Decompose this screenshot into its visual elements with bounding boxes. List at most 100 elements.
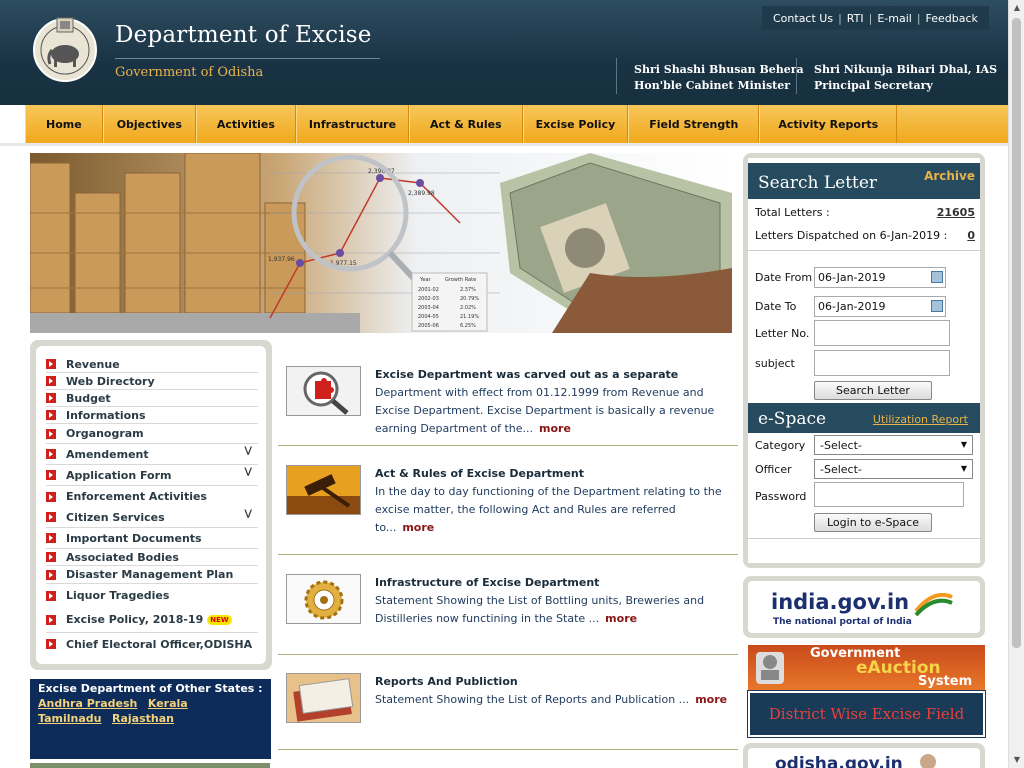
nav-infrastructure[interactable]: Infrastructure [295,105,410,143]
odisha-emblem-icon[interactable] [30,12,100,84]
menu-item-excise-policy[interactable]: Excise Policy, 2018-19 NEW [46,607,258,633]
news-title[interactable]: Reports And Publiction [375,675,518,688]
chevron-down-icon[interactable]: ⋁ [244,467,252,477]
search-letter-button[interactable]: Search Letter [814,381,932,400]
dropdown-arrow-icon: ▼ [960,440,967,449]
news-title[interactable]: Infrastructure of Excise Department [375,576,599,589]
india-gov-logo-box[interactable]: india.gov.in The national portal of Indi… [743,576,985,638]
date-from-field[interactable]: 06-Jan-2019 [814,267,946,288]
password-input[interactable] [814,482,964,507]
menu-item-liquor-tragedies[interactable]: Liquor Tragedies [46,584,258,607]
bullet-icon [46,639,56,649]
menu-item-organogram[interactable]: Organogram [46,424,258,444]
menu-item-budget[interactable]: Budget [46,390,258,407]
news-text: Statement Showing the List of Reports an… [375,691,730,709]
subject-label: subject [755,357,795,370]
menu-item-label: Application Form [66,468,172,482]
news-title[interactable]: Act & Rules of Excise Department [375,467,584,480]
total-letters-value[interactable]: 21605 [937,206,975,219]
category-select[interactable]: -Select- ▼ [814,435,973,455]
table-header: Year [419,277,432,283]
state-link-rajasthan[interactable]: Rajasthan [112,712,174,725]
table-cell: 6.25% [460,323,476,329]
news-title[interactable]: Excise Department was carved out as a se… [375,368,678,381]
menu-item-citizen-services[interactable]: Citizen Services ⋁ [46,507,258,528]
date-to-field[interactable]: 06-Jan-2019 [814,296,946,317]
more-link[interactable]: more [695,693,727,706]
more-link[interactable]: more [605,612,637,625]
menu-item-informations[interactable]: Informations [46,407,258,424]
vertical-scrollbar[interactable]: ▲ ▼ [1008,0,1024,768]
officer-select[interactable]: -Select- ▼ [814,459,973,479]
chevron-down-icon[interactable]: ⋁ [244,446,252,456]
category-label: Category [755,439,806,452]
espace-header: e-Space Utilization Report [748,403,980,433]
state-link-andhra-pradesh[interactable]: Andhra Pradesh [38,697,137,710]
nav-excise-policy[interactable]: Excise Policy [522,105,629,143]
scroll-up-icon[interactable]: ▲ [1009,0,1024,16]
archive-link[interactable]: Archive [924,169,975,183]
dropdown-arrow-icon: ▼ [960,464,967,473]
nav-act-rules[interactable]: Act & Rules [409,105,523,143]
contact-us-link[interactable]: Contact Us [768,12,838,25]
more-link[interactable]: more [402,521,434,534]
nav-activities[interactable]: Activities [195,105,296,143]
subject-input[interactable] [814,350,950,376]
hero-banner: 1,937.96 1,977.15 2,396.07 2,389.98 Year… [30,153,732,333]
district-field-banner[interactable]: District Wise Excise Field [747,690,986,738]
more-link[interactable]: more [539,422,571,435]
gavel-icon[interactable] [286,465,361,515]
calendar-icon[interactable] [931,271,943,283]
officer-value: -Select- [820,463,862,476]
divider [748,538,980,539]
rti-link[interactable]: RTI [842,12,869,25]
menu-item-enforcement-activities[interactable]: Enforcement Activities [46,486,258,507]
official-role: Principal Secretary [814,79,933,92]
banner-image: 1,937.96 1,977.15 2,396.07 2,389.98 Year… [30,153,732,333]
menu-item-label: Citizen Services [66,510,165,524]
menu-item-chief-electoral-officer[interactable]: Chief Electoral Officer,ODISHA [46,633,258,655]
login-espace-button[interactable]: Login to e-Space [814,513,932,532]
eauction-banner[interactable]: Government eAuction System [748,645,985,691]
menu-item-revenue[interactable]: Revenue [46,356,258,373]
menu-item-web-directory[interactable]: Web Directory [46,373,258,390]
state-link-tamilnadu[interactable]: Tamilnadu [38,712,101,725]
feedback-link[interactable]: Feedback [921,12,983,25]
nav-objectives[interactable]: Objectives [102,105,196,143]
email-link[interactable]: E-mail [872,12,917,25]
table-cell: 2003-04 [418,305,439,311]
odisha-gov-logo-box[interactable]: odisha.gov.in [743,743,985,768]
menu-item-associated-bodies[interactable]: Associated Bodies [46,549,258,566]
chart-label: 2,389.98 [408,190,435,197]
nav-field-strength[interactable]: Field Strength [628,105,760,143]
bullet-icon [46,449,56,459]
news-body: Statement Showing the List of Reports an… [375,693,690,706]
menu-item-label: Informations [66,408,146,422]
menu-item-important-documents[interactable]: Important Documents [46,528,258,549]
calendar-icon[interactable] [931,300,943,312]
odisha-gov-logo[interactable]: odisha.gov.in [748,748,980,768]
gear-emblem-icon[interactable] [286,574,361,624]
search-letter-header: Search Letter Archive [748,163,980,199]
table-cell: 2002-03 [418,296,439,302]
date-to-value: 06-Jan-2019 [818,300,886,313]
reports-book-icon[interactable] [286,673,361,723]
dispatched-value[interactable]: 0 [967,229,975,242]
bullet-icon [46,376,56,386]
chevron-down-icon[interactable]: ⋁ [244,509,252,519]
puzzle-magnifier-icon[interactable] [286,366,361,416]
nav-home[interactable]: Home [25,105,103,143]
utilization-report-link[interactable]: Utilization Report [873,413,968,426]
nav-activity-reports[interactable]: Activity Reports [759,105,898,143]
menu-item-amendement[interactable]: Amendement ⋁ [46,444,258,465]
menu-item-disaster-management-plan[interactable]: Disaster Management Plan [46,566,258,584]
india-gov-logo[interactable]: india.gov.in The national portal of Indi… [748,581,980,633]
password-label: Password [755,490,807,503]
menu-item-application-form[interactable]: Application Form ⋁ [46,465,258,486]
news-text: Statement Showing the List of Bottling u… [375,592,730,628]
state-link-kerala[interactable]: Kerala [148,697,188,710]
menu-item-label: Important Documents [66,531,202,545]
scrollbar-thumb[interactable] [1012,18,1021,648]
letter-no-input[interactable] [814,320,950,346]
scroll-down-icon[interactable]: ▼ [1009,752,1024,768]
